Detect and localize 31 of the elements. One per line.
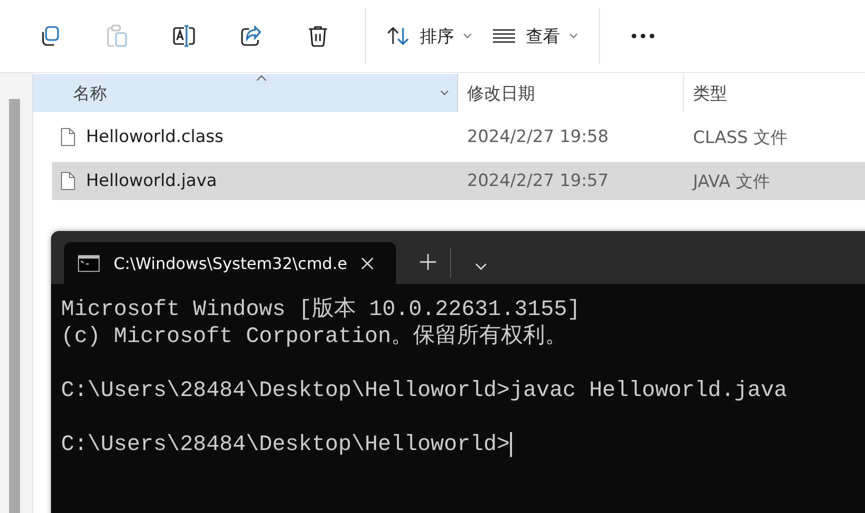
delete-icon	[308, 25, 328, 47]
share-icon	[240, 25, 262, 47]
text-cursor	[510, 432, 512, 457]
close-icon[interactable]	[361, 256, 374, 270]
terminal-icon	[78, 254, 100, 272]
view-menu-button[interactable]: 查看	[493, 16, 578, 56]
column-header[interactable]: 修改日期	[458, 74, 684, 112]
file-icon	[60, 171, 76, 191]
list-icon	[493, 28, 515, 44]
file-row[interactable]: Helloworld.java 2024/2/27 19:57 JAVA 文件	[52, 162, 865, 200]
scrollbar[interactable]	[9, 99, 20, 513]
console-line: C:\Users\28484\Desktop\Helloworld>javac Helloworld.java	[61, 377, 788, 404]
chevron-down-icon[interactable]	[440, 90, 449, 96]
chevron-down-icon	[463, 33, 472, 39]
sort-caret-icon	[256, 75, 267, 81]
new-tab-icon[interactable]	[420, 254, 436, 270]
column-header[interactable]: 名称	[33, 74, 458, 112]
sort-menu-button[interactable]: 排序	[387, 16, 472, 56]
column-header[interactable]: 类型	[684, 74, 865, 112]
rename-icon	[172, 25, 196, 47]
copy-icon	[39, 25, 61, 47]
sort-icon	[387, 26, 409, 46]
clipboard-icon	[106, 24, 128, 48]
console-line: C:\Users\28484\Desktop\Helloworld>	[61, 431, 510, 458]
chevron-down-icon	[569, 33, 578, 39]
console-line: (c) Microsoft Corporation。保留所有权利。	[61, 323, 568, 350]
console-line: Microsoft Windows [版本 10.0.22631.3155]	[61, 296, 580, 323]
file-row[interactable]: Helloworld.class 2024/2/27 19:58 CLASS 文件	[52, 118, 865, 156]
more-icon	[631, 33, 655, 39]
terminal-tab[interactable]: C:\Windows\System32\cmd.e	[64, 242, 396, 284]
file-icon	[60, 127, 76, 147]
